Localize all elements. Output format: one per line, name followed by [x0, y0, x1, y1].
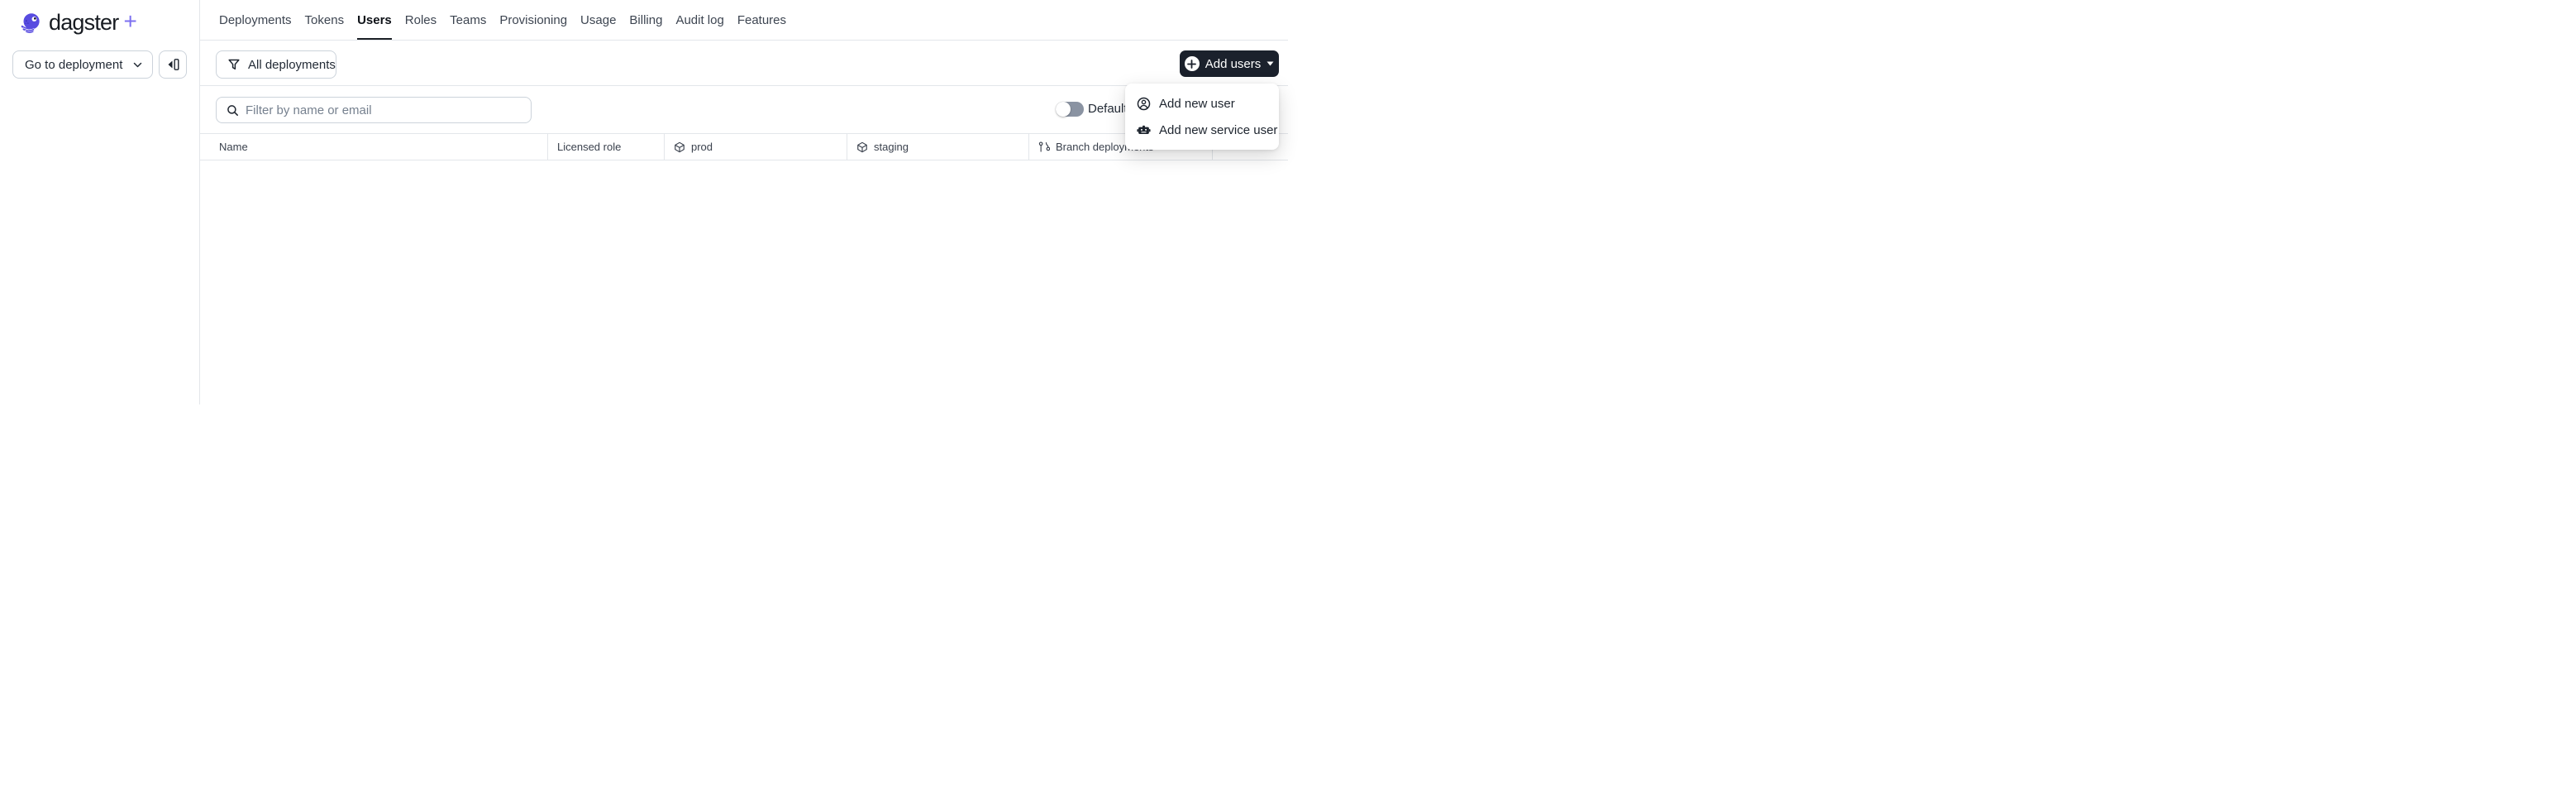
dagster-plus-logo[interactable]: dagster + [20, 8, 137, 36]
menu-item-add-new-user[interactable]: Add new user [1125, 90, 1279, 117]
user-search-field[interactable] [216, 97, 532, 123]
settings-nav: Deployments Tokens Users Roles Teams Pro… [219, 0, 786, 41]
topnav-divider [199, 40, 1288, 41]
search-input[interactable] [246, 103, 522, 117]
plus-circle-icon [1184, 56, 1200, 71]
robot-icon [1137, 123, 1151, 137]
sidebar-divider [199, 0, 200, 404]
tab-usage[interactable]: Usage [580, 0, 616, 41]
tab-teams[interactable]: Teams [450, 0, 486, 41]
search-icon [227, 104, 239, 117]
go-to-deployment-label: Go to deployment [25, 57, 123, 72]
column-header-licensed-role[interactable]: Licensed role [548, 134, 665, 160]
toolbar-divider [199, 85, 1288, 86]
add-users-menu: Add new user Add new service user [1125, 84, 1279, 150]
default-toggle[interactable] [1056, 102, 1084, 117]
dagster-octopus-icon [20, 12, 42, 34]
user-circle-icon [1137, 97, 1151, 111]
column-header-prod[interactable]: prod [665, 134, 847, 160]
tab-billing[interactable]: Billing [629, 0, 662, 41]
collapse-sidebar-button[interactable] [159, 50, 187, 79]
cube-icon [674, 141, 685, 153]
collapse-panel-icon [166, 58, 180, 71]
menu-item-add-new-service-user[interactable]: Add new service user [1125, 117, 1279, 143]
toggle-knob [1056, 102, 1071, 117]
caret-down-icon [1267, 61, 1274, 66]
add-users-label: Add users [1205, 56, 1262, 71]
tab-tokens[interactable]: Tokens [305, 0, 345, 41]
cube-icon [856, 141, 868, 153]
default-toggle-label: Default [1088, 102, 1128, 116]
brand-wordmark: dagster [49, 9, 119, 35]
branch-deployments-icon [1038, 141, 1050, 153]
tab-deployments[interactable]: Deployments [219, 0, 292, 41]
column-header-staging[interactable]: staging [847, 134, 1029, 160]
go-to-deployment-dropdown[interactable]: Go to deployment [12, 50, 153, 79]
tab-roles[interactable]: Roles [405, 0, 436, 41]
filter-funnel-icon [227, 58, 241, 71]
add-users-button[interactable]: Add users [1180, 50, 1279, 77]
tab-users[interactable]: Users [357, 0, 392, 41]
deployment-filter-button[interactable]: All deployments [216, 50, 336, 79]
tab-features[interactable]: Features [737, 0, 786, 41]
tab-audit-log[interactable]: Audit log [675, 0, 723, 41]
column-header-name[interactable]: Name [199, 134, 548, 160]
tab-provisioning[interactable]: Provisioning [499, 0, 567, 41]
deployment-filter-label: All deployments [248, 57, 336, 72]
brand-plus-sign: + [123, 8, 137, 34]
chevron-down-icon [133, 62, 142, 68]
